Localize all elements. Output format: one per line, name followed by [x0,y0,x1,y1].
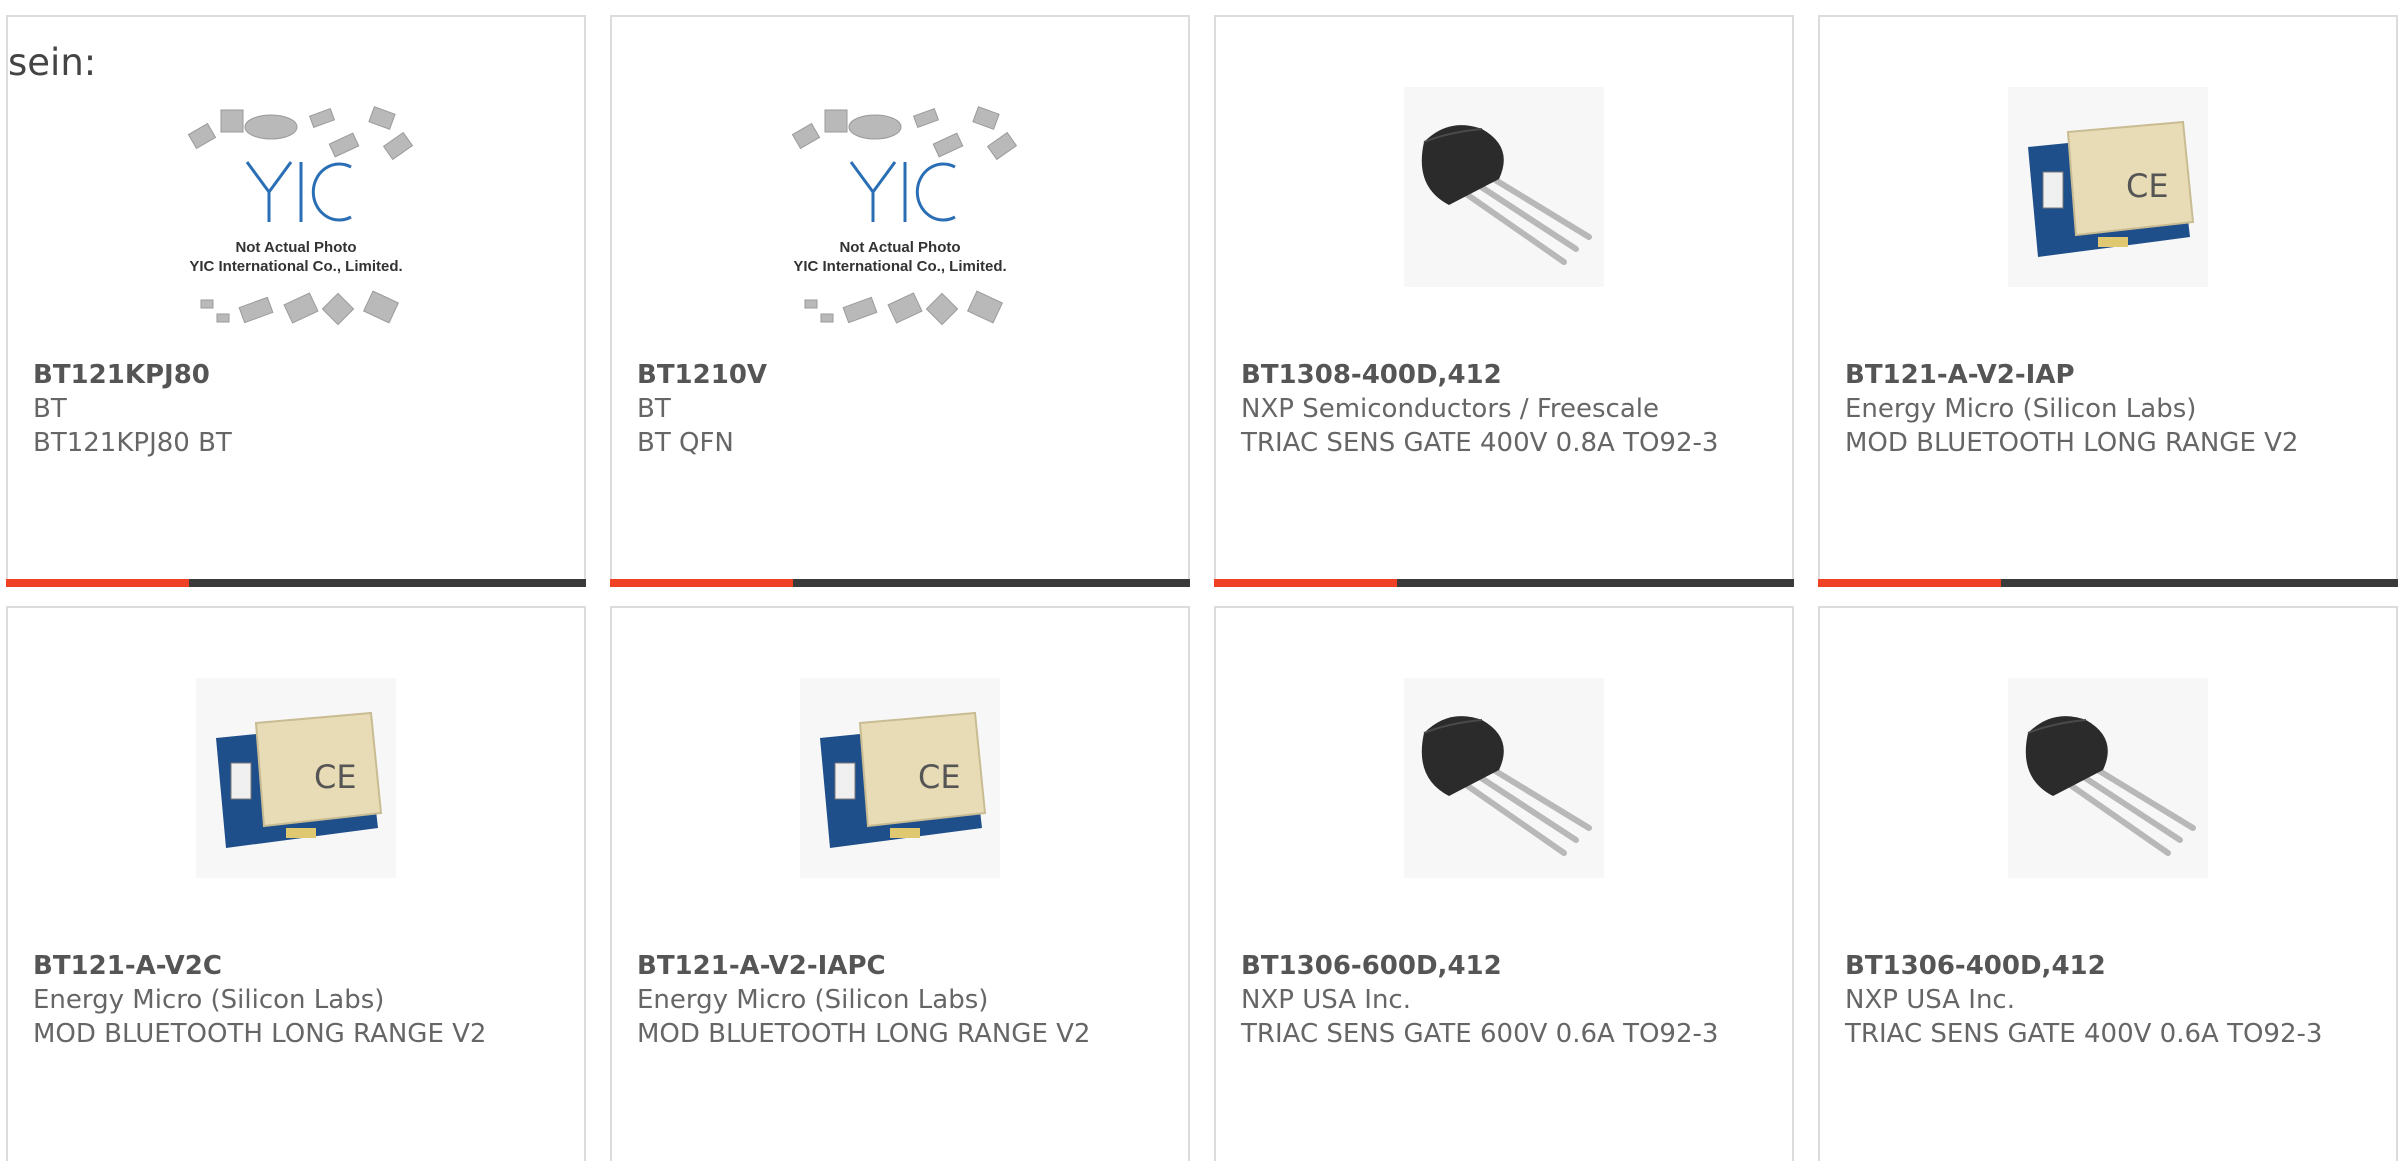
description-label: BT121KPJ80 BT [33,428,232,458]
to92-transistor-icon [1404,87,1604,287]
to92-transistor-icon [1404,678,1604,878]
manufacturer-label: BT [33,394,67,424]
manufacturer-label: NXP Semiconductors / Freescale [1241,394,1660,424]
part-number-link[interactable]: BT1306-600D,412 [1241,949,1767,983]
placeholder-caption: YIC International Co., Limited. [189,258,402,275]
product-info: BT1306-600D,412 NXP USA Inc. TRIAC SENS … [1241,949,1767,1051]
product-image: CE [196,678,396,878]
svg-text:CE: CE [918,758,961,796]
product-card[interactable]: BT1306-400D,412 NXP USA Inc. TRIAC SENS … [1818,606,2398,1161]
product-card[interactable]: BT1308-400D,412 NXP Semiconductors / Fre… [1214,15,1794,587]
product-info: BT1306-400D,412 NXP USA Inc. TRIAC SENS … [1845,949,2371,1051]
bluetooth-module-icon: CE [196,678,396,878]
product-image: CE [2008,87,2208,287]
manufacturer-label: Energy Micro (Silicon Labs) [33,985,385,1015]
card-accent [610,579,793,587]
product-card[interactable]: CE BT121-A-V2-IAP Energy Micro (Silicon … [1818,15,2398,587]
card-accent [1214,579,1397,587]
placeholder-caption: Not Actual Photo [235,239,356,256]
intro-text: sein: [8,41,97,84]
placeholder-caption: Not Actual Photo [839,239,960,256]
card-progress-bar [6,579,586,587]
manufacturer-label: NXP USA Inc. [1241,985,1411,1015]
svg-text:CE: CE [2126,167,2169,205]
bluetooth-module-icon: CE [800,678,1000,878]
bluetooth-module-icon: CE [2008,87,2208,287]
product-card[interactable]: CE BT121-A-V2C Energy Micro (Silicon Lab… [6,606,586,1161]
not-actual-photo-placeholder-icon: Not Actual Photo YIC International Co., … [187,106,414,326]
product-info: BT1308-400D,412 NXP Semiconductors / Fre… [1241,358,1767,460]
part-number-link[interactable]: BT1306-400D,412 [1845,949,2371,983]
product-image [1404,87,1604,287]
product-image: CE [800,678,1000,878]
description-label: MOD BLUETOOTH LONG RANGE V2 [33,1019,487,1049]
description-label: TRIAC SENS GATE 600V 0.6A TO92-3 [1241,1019,1719,1049]
part-number-link[interactable]: BT1308-400D,412 [1241,358,1767,392]
card-progress-bar [1818,579,2398,587]
product-card[interactable]: CE BT121-A-V2-IAPC Energy Micro (Silicon… [610,606,1190,1161]
product-card[interactable]: Not Actual Photo YIC International Co., … [6,15,586,587]
card-accent [6,579,189,587]
product-image: Not Actual Photo YIC International Co., … [161,102,431,342]
description-label: MOD BLUETOOTH LONG RANGE V2 [1845,428,2299,458]
placeholder-caption: YIC International Co., Limited. [793,258,1006,275]
product-card[interactable]: BT1306-600D,412 NXP USA Inc. TRIAC SENS … [1214,606,1794,1161]
product-info: BT121KPJ80 BT BT121KPJ80 BT [33,358,559,460]
product-image [1404,678,1604,878]
to92-transistor-icon [2008,678,2208,878]
product-image: Not Actual Photo YIC International Co., … [765,102,1035,342]
svg-text:CE: CE [314,758,357,796]
part-number-link[interactable]: BT121-A-V2-IAP [1845,358,2371,392]
card-accent [1818,579,2001,587]
manufacturer-label: BT [637,394,671,424]
product-info: BT121-A-V2-IAPC Energy Micro (Silicon La… [637,949,1163,1051]
description-label: BT QFN [637,428,734,458]
description-label: TRIAC SENS GATE 400V 0.8A TO92-3 [1241,428,1719,458]
product-info: BT121-A-V2C Energy Micro (Silicon Labs) … [33,949,559,1051]
part-number-link[interactable]: BT121KPJ80 [33,358,559,392]
product-info: BT1210V BT BT QFN [637,358,1163,460]
card-progress-bar [1214,579,1794,587]
description-label: MOD BLUETOOTH LONG RANGE V2 [637,1019,1091,1049]
part-number-link[interactable]: BT1210V [637,358,1163,392]
part-number-link[interactable]: BT121-A-V2-IAPC [637,949,1163,983]
part-number-link[interactable]: BT121-A-V2C [33,949,559,983]
manufacturer-label: NXP USA Inc. [1845,985,2015,1015]
not-actual-photo-placeholder-icon: Not Actual Photo YIC International Co., … [791,106,1018,326]
card-progress-bar [610,579,1190,587]
description-label: TRIAC SENS GATE 400V 0.6A TO92-3 [1845,1019,2323,1049]
product-card[interactable]: Not Actual Photo YIC International Co., … [610,15,1190,587]
product-info: BT121-A-V2-IAP Energy Micro (Silicon Lab… [1845,358,2371,460]
manufacturer-label: Energy Micro (Silicon Labs) [637,985,989,1015]
product-image [2008,678,2208,878]
manufacturer-label: Energy Micro (Silicon Labs) [1845,394,2197,424]
